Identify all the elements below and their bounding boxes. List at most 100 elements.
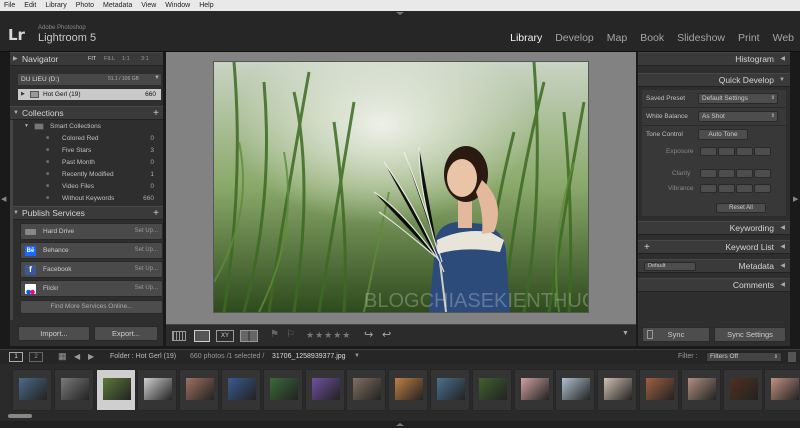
filmstrip-thumbnail[interactable] bbox=[639, 369, 679, 411]
auto-tone-button[interactable]: Auto Tone bbox=[698, 129, 748, 140]
module-book[interactable]: Book bbox=[640, 32, 664, 44]
navigator-header[interactable]: ▶ Navigator FIT FILL 1:1 3:1 bbox=[10, 52, 163, 66]
menu-help[interactable]: Help bbox=[199, 0, 213, 11]
reject-flag-icon[interactable]: ⚐ bbox=[286, 329, 295, 340]
window-2-button[interactable]: 2 bbox=[29, 352, 43, 362]
increase-large-button[interactable] bbox=[754, 147, 771, 156]
compare-view-icon[interactable]: XY bbox=[216, 330, 234, 342]
filmstrip-scrollbar[interactable] bbox=[8, 414, 32, 418]
export-button[interactable]: Export... bbox=[94, 326, 158, 341]
collapse-left-panel-icon[interactable]: ◀ bbox=[1, 195, 6, 203]
filmstrip-thumbnail[interactable] bbox=[555, 369, 596, 411]
filmstrip-thumbnail[interactable] bbox=[179, 369, 220, 411]
increase-large-button[interactable] bbox=[754, 184, 771, 193]
find-more-services-button[interactable]: Find More Services Online... bbox=[20, 300, 163, 314]
decrease-large-button[interactable] bbox=[700, 169, 717, 178]
decrease-large-button[interactable] bbox=[700, 147, 717, 156]
decrease-button[interactable] bbox=[718, 147, 735, 156]
flag-icon[interactable]: ⚑ bbox=[270, 329, 279, 340]
filmstrip-thumbnail[interactable] bbox=[388, 369, 429, 411]
selected-filename[interactable]: 31706_1258939377.jpg bbox=[272, 353, 346, 360]
metadata-header[interactable]: Default Metadata ◀ bbox=[638, 259, 790, 273]
filmstrip-thumbnail[interactable] bbox=[722, 369, 763, 411]
collapse-top-panel-icon[interactable] bbox=[393, 11, 407, 16]
decrease-button[interactable] bbox=[718, 169, 735, 178]
add-keyword-icon[interactable]: + bbox=[644, 241, 650, 254]
setup-link[interactable]: Set Up... bbox=[135, 285, 158, 291]
collapse-right-panel-icon[interactable]: ▶ bbox=[793, 195, 798, 203]
rotate-left-icon[interactable]: ↪ bbox=[364, 328, 373, 341]
filmstrip-thumbnail[interactable] bbox=[137, 369, 178, 411]
increase-button[interactable] bbox=[736, 169, 753, 178]
folder-path[interactable]: Folder : Hot Gerl (19) bbox=[110, 353, 176, 360]
filmstrip-thumbnail[interactable] bbox=[221, 369, 261, 411]
loupe-view-icon[interactable] bbox=[194, 330, 210, 342]
filmstrip-thumbnail[interactable] bbox=[430, 369, 470, 411]
window-1-button[interactable]: 1 bbox=[9, 352, 23, 362]
menu-metadata[interactable]: Metadata bbox=[103, 0, 132, 11]
setup-link[interactable]: Set Up... bbox=[135, 228, 158, 234]
histogram-header[interactable]: Histogram ◀ bbox=[638, 52, 790, 66]
keyword-list-header[interactable]: + Keyword List ◀ bbox=[638, 240, 790, 254]
add-publish-service-icon[interactable]: + bbox=[153, 207, 159, 220]
module-slideshow[interactable]: Slideshow bbox=[677, 32, 725, 44]
import-button[interactable]: Import... bbox=[18, 326, 90, 341]
reset-all-button[interactable]: Reset All bbox=[716, 203, 766, 213]
filmstrip-thumbnail[interactable] bbox=[680, 369, 721, 411]
decrease-large-button[interactable] bbox=[700, 184, 717, 193]
main-photo[interactable]: BLOGCHIASEKIENTHUC.COM bbox=[214, 62, 588, 312]
filter-lock-icon[interactable] bbox=[788, 352, 796, 362]
menu-file[interactable]: File bbox=[4, 0, 15, 11]
saved-preset-select[interactable]: Default Settings ⇕ bbox=[698, 93, 778, 104]
module-map[interactable]: Map bbox=[607, 32, 627, 44]
filmstrip-thumbnail[interactable] bbox=[764, 369, 800, 411]
filmstrip-thumbnail[interactable] bbox=[95, 369, 136, 411]
menu-edit[interactable]: Edit bbox=[24, 0, 36, 11]
filmstrip-thumbnail[interactable] bbox=[12, 369, 52, 411]
filmstrip-thumbnail[interactable] bbox=[304, 369, 345, 411]
decrease-button[interactable] bbox=[718, 184, 735, 193]
grid-view-icon[interactable] bbox=[172, 331, 186, 341]
comments-header[interactable]: Comments ◀ bbox=[638, 278, 790, 292]
zoom-fill[interactable]: FILL bbox=[104, 53, 115, 66]
filmstrip-thumbnail[interactable] bbox=[346, 369, 387, 411]
module-library[interactable]: Library bbox=[510, 32, 542, 44]
setup-link[interactable]: Set Up... bbox=[135, 247, 158, 253]
filmstrip-thumbnail[interactable] bbox=[262, 369, 303, 411]
add-collection-icon[interactable]: + bbox=[153, 107, 159, 120]
module-web[interactable]: Web bbox=[773, 32, 794, 44]
folder-row[interactable]: ▶ Hot Gerl (19) 660 bbox=[18, 89, 161, 100]
metadata-preset-select[interactable]: Default bbox=[644, 262, 696, 271]
filmstrip-thumbnail[interactable] bbox=[597, 369, 638, 411]
menu-window[interactable]: Window bbox=[165, 0, 190, 11]
white-balance-select[interactable]: As Shot ⇕ bbox=[698, 111, 778, 122]
zoom-1-1[interactable]: 1:1 bbox=[122, 53, 130, 66]
keywording-header[interactable]: Keywording ◀ bbox=[638, 221, 790, 235]
back-arrow-icon[interactable]: ◀ bbox=[74, 352, 80, 361]
increase-large-button[interactable] bbox=[754, 169, 771, 178]
publish-services-header[interactable]: ▼ Publish Services + bbox=[10, 206, 163, 220]
increase-button[interactable] bbox=[736, 147, 753, 156]
forward-arrow-icon[interactable]: ▶ bbox=[88, 352, 94, 361]
collections-header[interactable]: ▼ Collections + bbox=[10, 106, 163, 120]
volume-row[interactable]: DU LIEU (D:) 51.1 / 106 GB ▼ bbox=[18, 74, 161, 85]
collapse-filmstrip-icon[interactable] bbox=[393, 422, 407, 427]
menu-view[interactable]: View bbox=[141, 0, 156, 11]
left-panel-scrollbar[interactable] bbox=[10, 120, 13, 320]
filmstrip-thumbnail[interactable] bbox=[53, 369, 94, 411]
sync-button[interactable]: Sync bbox=[642, 327, 710, 342]
service-hard-drive[interactable]: Hard Drive Set Up... bbox=[20, 223, 163, 240]
setup-link[interactable]: Set Up... bbox=[135, 266, 158, 272]
zoom-3-1[interactable]: 3:1 bbox=[141, 53, 149, 66]
menu-photo[interactable]: Photo bbox=[76, 0, 94, 11]
sync-settings-button[interactable]: Sync Settings bbox=[714, 327, 786, 342]
service-behance[interactable]: Bē Behance Set Up... bbox=[20, 242, 163, 259]
module-develop[interactable]: Develop bbox=[555, 32, 594, 44]
toolbar-menu-icon[interactable]: ▼ bbox=[622, 330, 629, 337]
grid-icon[interactable]: ▦ bbox=[58, 351, 67, 362]
survey-view-icon[interactable] bbox=[240, 330, 258, 342]
zoom-fit[interactable]: FIT bbox=[88, 53, 96, 66]
filmstrip-thumbnail[interactable] bbox=[513, 369, 554, 411]
quick-develop-header[interactable]: Quick Develop ▼ bbox=[638, 73, 790, 87]
star-rating[interactable]: ★★★★★ bbox=[306, 330, 351, 341]
